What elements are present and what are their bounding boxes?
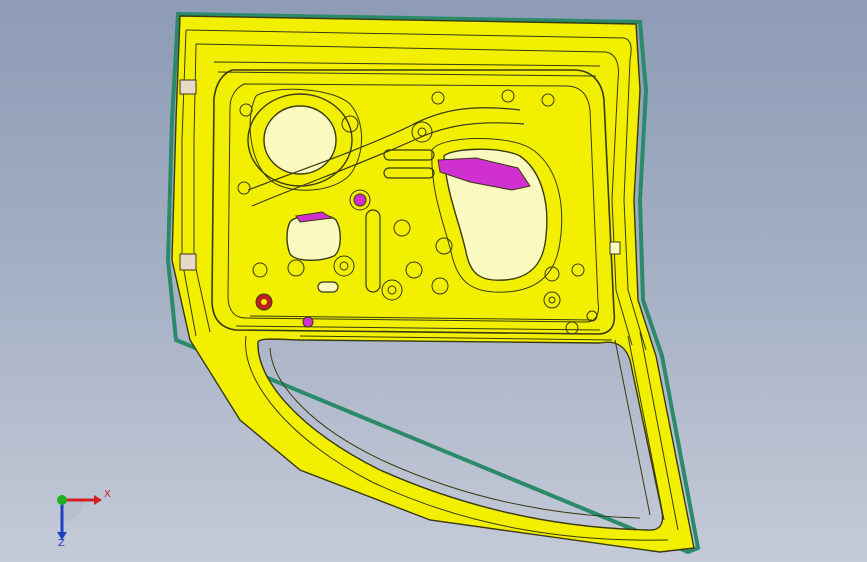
orientation-triad: X Z [57,489,111,548]
y-axis-dot [57,495,67,505]
lower-hinge [179,253,197,271]
latch-tab [609,241,621,255]
z-axis-label: Z [58,538,65,548]
window-opening-inset-2 [269,347,641,519]
upper-hinge [179,79,197,95]
highlighted-hole-2 [302,316,314,328]
red-boss-center [261,299,267,305]
x-axis-arrowhead [94,495,102,505]
slot-small [317,281,339,293]
speaker-opening [263,105,337,175]
small-access-opening [286,214,341,261]
x-axis-label: X [104,489,111,500]
door-inner-panel-model[interactable] [0,0,867,562]
graphics-viewport[interactable]: X Z [0,0,867,562]
highlighted-hole-1 [353,193,367,207]
